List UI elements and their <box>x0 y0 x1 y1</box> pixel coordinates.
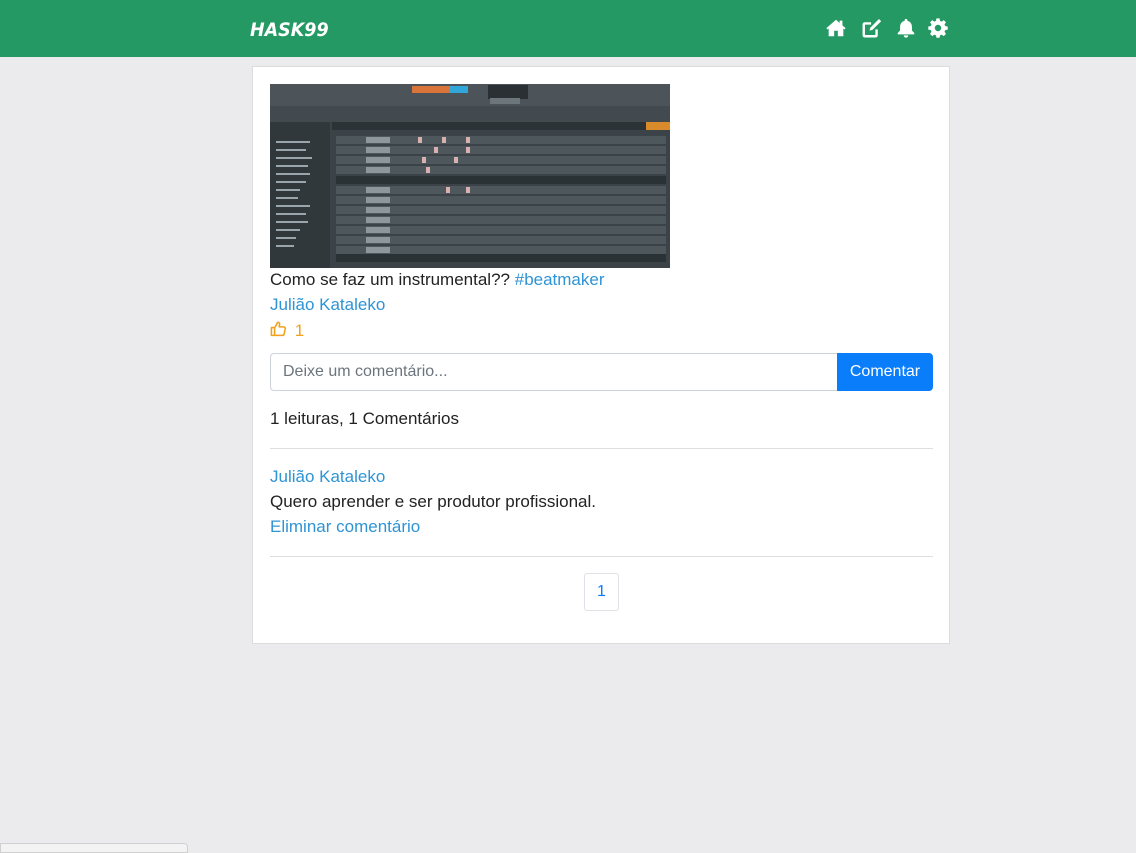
edit-icon[interactable] <box>861 17 883 39</box>
bell-icon[interactable] <box>895 17 917 39</box>
post-card: Como se faz um instrumental?? #beatmaker… <box>252 66 950 644</box>
brand-logo[interactable]: HASK99 <box>250 19 329 41</box>
home-icon[interactable] <box>825 17 847 39</box>
post-caption-text: Como se faz um instrumental?? <box>270 270 510 289</box>
post-caption: Como se faz um instrumental?? #beatmaker <box>270 270 605 290</box>
divider <box>270 448 933 449</box>
post-stats: 1 leituras, 1 Comentários <box>270 409 459 428</box>
daw-screenshot-illustration <box>270 84 670 268</box>
comment-submit-button[interactable]: Comentar <box>837 353 933 391</box>
top-navbar: HASK99 <box>0 0 1136 57</box>
post-image[interactable] <box>270 84 670 268</box>
divider <box>270 556 933 557</box>
gear-icon[interactable] <box>927 17 949 39</box>
browser-status-bar <box>0 843 188 853</box>
delete-comment-link[interactable]: Eliminar comentário <box>270 517 420 537</box>
comment-input[interactable] <box>270 353 837 391</box>
thumbs-up-icon <box>270 321 287 337</box>
like-count: 1 <box>294 321 305 340</box>
like-button[interactable]: 1 <box>270 320 304 340</box>
comment-author-link[interactable]: Julião Kataleko <box>270 467 385 487</box>
hashtag-link[interactable]: #beatmaker <box>515 270 605 289</box>
comment-text: Quero aprender e ser produtor profission… <box>270 492 597 511</box>
post-author-link[interactable]: Julião Kataleko <box>270 295 385 315</box>
pagination-page-1[interactable]: 1 <box>584 573 619 611</box>
